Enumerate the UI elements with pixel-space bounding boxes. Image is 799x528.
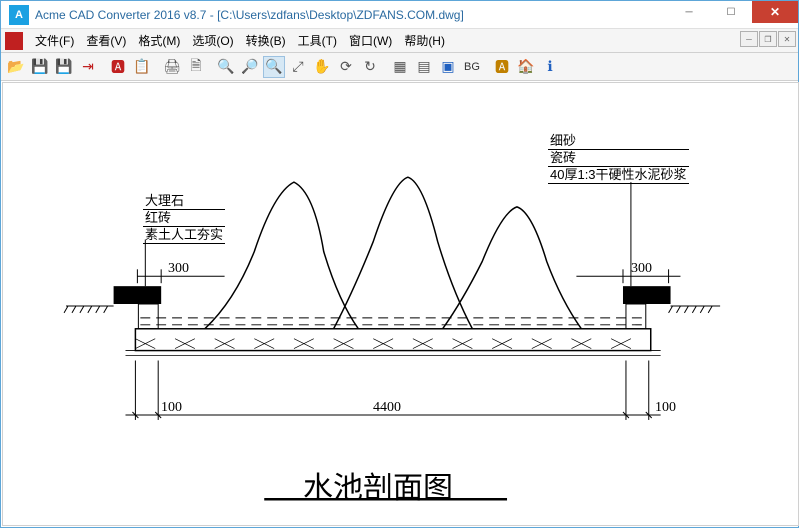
drawing-canvas[interactable]: 大理石 红砖 素土人工夯实 细砂 瓷砖 40厚1:3干硬性水泥砂浆 300 30… xyxy=(2,82,799,526)
dim-right-top: 300 xyxy=(631,261,652,277)
toolbar: 📂 💾 💾 ⇥ 🅰 📋 🖨 🗎 🔍 🔎 🔍 ⤢ ✋ ⟳ ↻ ▦ ▤ ▣ BG 🅰… xyxy=(1,53,798,81)
export-icon[interactable]: ⇥ xyxy=(77,56,99,78)
save-icon[interactable]: 💾 xyxy=(29,56,51,78)
print-preview-icon[interactable]: 🗎 xyxy=(185,56,207,78)
label-mortar: 40厚1:3干硬性水泥砂浆 xyxy=(548,167,689,184)
menu-convert[interactable]: 转换(B) xyxy=(240,29,292,52)
dim-left-top: 300 xyxy=(168,261,189,277)
app-icon: A xyxy=(9,5,29,25)
minimize-button[interactable] xyxy=(668,1,710,23)
mdi-minimize-button[interactable]: ─ xyxy=(740,31,758,47)
font-icon[interactable]: 🅰 xyxy=(491,56,513,78)
menu-bar: 文件(F) 查看(V) 格式(M) 选项(O) 转换(B) 工具(T) 窗口(W… xyxy=(1,29,798,53)
label-tile: 瓷砖 xyxy=(548,150,689,167)
right-label-box: 细砂 瓷砖 40厚1:3干硬性水泥砂浆 xyxy=(548,133,689,184)
grid-icon[interactable]: ▤ xyxy=(413,56,435,78)
dim-bottom-center: 4400 xyxy=(373,400,401,416)
home-icon[interactable]: 🏠 xyxy=(515,56,537,78)
label-red-brick: 红砖 xyxy=(143,210,225,227)
extents-icon[interactable]: ▣ xyxy=(437,56,459,78)
title-bar: A Acme CAD Converter 2016 v8.7 - [C:\Use… xyxy=(1,1,798,29)
pdf-icon[interactable]: 🅰 xyxy=(107,56,129,78)
menu-help[interactable]: 帮助(H) xyxy=(398,29,451,52)
info-icon[interactable]: ℹ xyxy=(539,56,561,78)
menu-icon xyxy=(5,32,23,50)
label-compacted-soil: 素土人工夯实 xyxy=(143,227,225,244)
menu-view[interactable]: 查看(V) xyxy=(80,29,132,52)
bg-button[interactable]: BG xyxy=(461,56,483,78)
dim-bottom-left: 100 xyxy=(161,400,182,416)
zoom-out-icon[interactable]: 🔎 xyxy=(239,56,261,78)
menu-format[interactable]: 格式(M) xyxy=(132,29,186,52)
batch-icon[interactable]: 📋 xyxy=(131,56,153,78)
pan-icon[interactable]: ✋ xyxy=(311,56,333,78)
dim-bottom-right: 100 xyxy=(655,400,676,416)
left-label-box: 大理石 红砖 素土人工夯实 xyxy=(143,193,225,244)
maximize-button[interactable] xyxy=(710,1,752,23)
layers-icon[interactable]: ▦ xyxy=(389,56,411,78)
rotate-icon[interactable]: ⟳ xyxy=(335,56,357,78)
zoom-in-icon[interactable]: 🔍 xyxy=(215,56,237,78)
menu-file[interactable]: 文件(F) xyxy=(29,29,80,52)
window-controls xyxy=(668,1,798,28)
label-marble: 大理石 xyxy=(143,193,225,210)
label-fine-sand: 细砂 xyxy=(548,133,689,150)
print-icon[interactable]: 🖨 xyxy=(161,56,183,78)
mdi-close-button[interactable]: ✕ xyxy=(778,31,796,47)
menu-options[interactable]: 选项(O) xyxy=(186,29,239,52)
open-icon[interactable]: 📂 xyxy=(5,56,27,78)
save-as-icon[interactable]: 💾 xyxy=(53,56,75,78)
mdi-controls: ─ ❐ ✕ xyxy=(740,31,796,47)
window-title: Acme CAD Converter 2016 v8.7 - [C:\Users… xyxy=(35,8,668,22)
zoom-extents-icon[interactable]: ⤢ xyxy=(287,56,309,78)
menu-window[interactable]: 窗口(W) xyxy=(343,29,398,52)
menu-tools[interactable]: 工具(T) xyxy=(292,29,343,52)
mdi-restore-button[interactable]: ❐ xyxy=(759,31,777,47)
refresh-icon[interactable]: ↻ xyxy=(359,56,381,78)
zoom-window-icon[interactable]: 🔍 xyxy=(263,56,285,78)
drawing-title: 水池剖面图 xyxy=(303,463,453,507)
close-button[interactable] xyxy=(752,1,798,23)
